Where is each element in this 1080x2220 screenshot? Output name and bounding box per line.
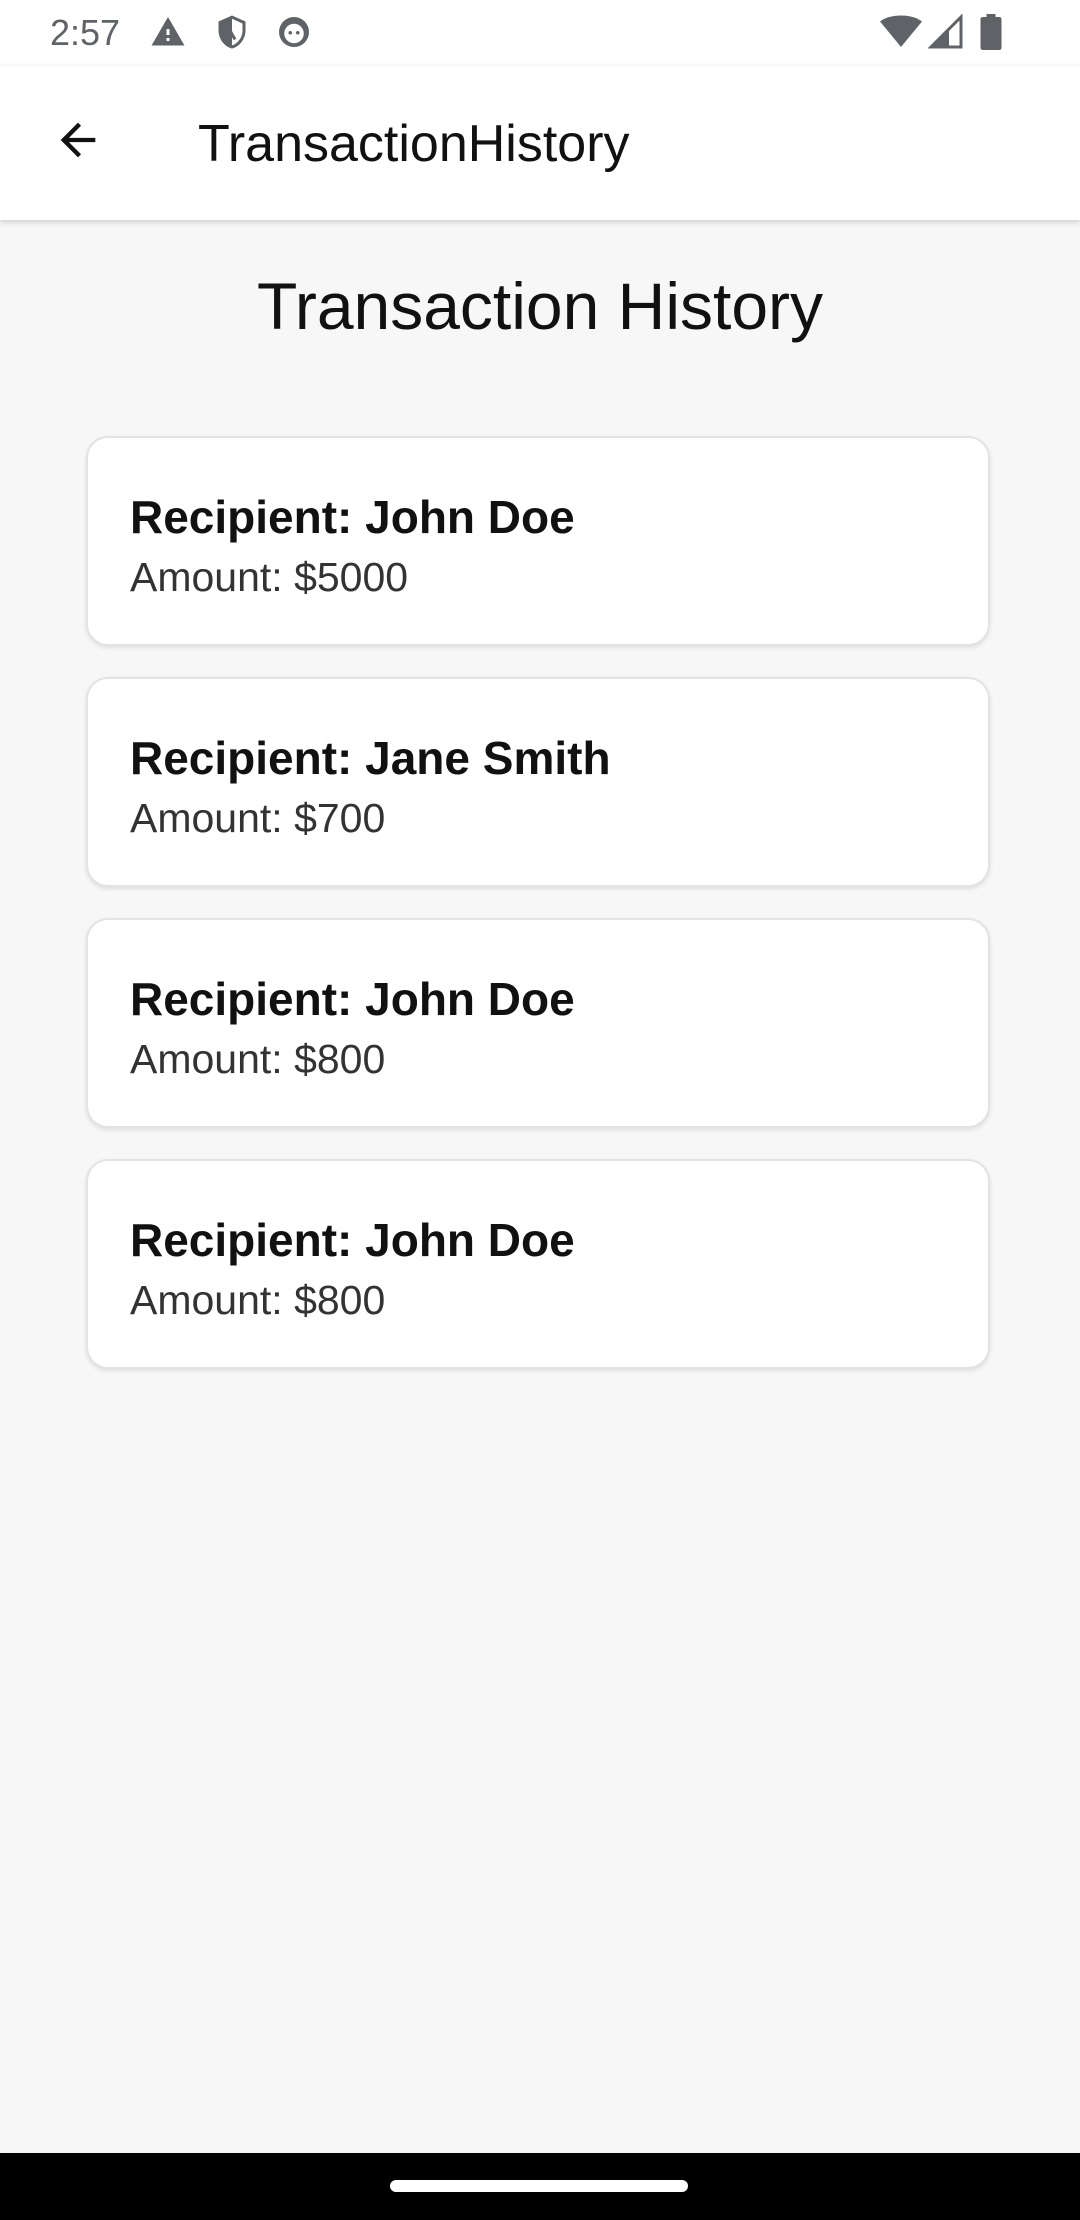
app-bar: TransactionHistory bbox=[0, 66, 1080, 220]
transaction-amount: Amount: $800 bbox=[130, 1036, 386, 1082]
status-time: 2:57 bbox=[50, 12, 121, 53]
wifi-icon bbox=[880, 14, 922, 50]
warning-icon bbox=[150, 14, 186, 50]
home-gesture-handle[interactable] bbox=[390, 2180, 688, 2192]
transaction-list: Recipient: John Doe Amount: $5000 Recipi… bbox=[86, 436, 994, 1400]
back-button[interactable] bbox=[36, 100, 120, 184]
transaction-card: Recipient: John Doe Amount: $800 bbox=[86, 1159, 990, 1369]
app-bar-title: TransactionHistory bbox=[198, 115, 630, 173]
signal-icon bbox=[927, 13, 964, 50]
transaction-recipient: Recipient: Jane Smith bbox=[130, 732, 611, 784]
system-nav-bar bbox=[0, 2153, 1080, 2220]
transaction-card: Recipient: Jane Smith Amount: $700 bbox=[86, 677, 990, 887]
transaction-amount: Amount: $800 bbox=[130, 1277, 386, 1323]
transaction-amount: Amount: $700 bbox=[130, 795, 386, 841]
transaction-card: Recipient: John Doe Amount: $800 bbox=[86, 918, 990, 1128]
transaction-card: Recipient: John Doe Amount: $5000 bbox=[86, 436, 990, 646]
face-icon bbox=[276, 14, 312, 50]
page-title: Transaction History bbox=[256, 269, 824, 343]
shield-icon bbox=[214, 14, 250, 50]
transaction-amount: Amount: $5000 bbox=[130, 554, 409, 600]
arrow-back-icon bbox=[52, 114, 104, 171]
status-bar: 2:57 bbox=[0, 0, 1080, 66]
transaction-recipient: Recipient: John Doe bbox=[130, 491, 575, 543]
transaction-recipient: Recipient: John Doe bbox=[130, 1214, 575, 1266]
battery-icon bbox=[978, 14, 1004, 50]
transaction-recipient: Recipient: John Doe bbox=[130, 973, 575, 1025]
